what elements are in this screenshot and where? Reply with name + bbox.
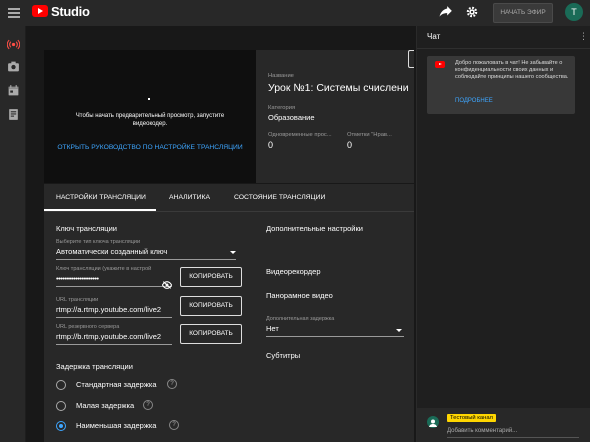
settings-gear-icon[interactable] [464, 5, 480, 21]
latency-low-label: Малая задержка [76, 401, 135, 410]
go-live-button[interactable]: НАЧАТЬ ЭФИР [493, 3, 553, 23]
latency-ultra-low-label: Наименьшая задержка [76, 421, 157, 430]
stream-key-field[interactable]: Ключ трансляции (укажите в настрой •••••… [56, 266, 173, 289]
main-content: Чтобы начать предварительный просмотр, з… [44, 26, 414, 442]
additional-settings-heading: Дополнительные настройки [266, 224, 363, 233]
subtitles-option[interactable]: Субтитры [266, 351, 300, 360]
stream-key-heading: Ключ трансляции [56, 224, 117, 233]
category-label: Категория [268, 105, 296, 111]
video-preview: Чтобы начать предварительный просмотр, з… [44, 50, 256, 183]
menu-icon[interactable] [8, 8, 20, 18]
chevron-down-icon [396, 329, 402, 332]
stream-key-value: •••••••••••••••••••• [56, 274, 99, 283]
latency-option-ultra-low[interactable]: Наименьшая задержка ? [56, 420, 206, 432]
key-type-value: Автоматически созданный ключ [56, 247, 168, 256]
key-type-underline [56, 259, 236, 260]
panoramic-video-option[interactable]: Панорамное видео [266, 291, 333, 300]
channel-name-badge: Тестовый канал [447, 414, 496, 422]
chat-welcome-message: Добро пожаловать в чат! Не забывайте о к… [427, 56, 575, 114]
help-icon[interactable]: ? [143, 400, 153, 410]
tabs-divider [44, 211, 414, 212]
camera-icon[interactable] [7, 60, 20, 73]
radio-low[interactable] [56, 401, 66, 411]
more-vert-icon[interactable]: ⋮ [579, 31, 588, 42]
copy-backup-url-button[interactable]: КОПИРОВАТЬ [180, 324, 242, 344]
backup-url-value: rtmp://b.rtmp.youtube.com/live2 [56, 332, 162, 341]
chat-panel: Чат ⋮ Добро пожаловать в чат! Не забывай… [416, 26, 590, 442]
copy-stream-key-button[interactable]: КОПИРОВАТЬ [180, 267, 242, 287]
tab-stream-health[interactable]: СОСТОЯНИЕ ТРАНСЛЯЦИИ [234, 194, 325, 201]
extra-delay-underline [266, 336, 404, 337]
stream-preview-card: Чтобы начать предварительный просмотр, з… [44, 50, 414, 183]
setup-guide-link[interactable]: ОТКРЫТЬ РУКОВОДСТВО ПО НАСТРОЙКЕ ТРАНСЛЯ… [44, 144, 256, 151]
backup-url-underline [56, 344, 172, 345]
backup-url-field[interactable]: URL резервного сервера rtmp://b.rtmp.you… [56, 324, 172, 345]
category-value: Образование [268, 113, 315, 122]
backup-url-label: URL резервного сервера [56, 324, 120, 330]
stream-url-underline [56, 317, 172, 318]
help-icon[interactable]: ? [167, 379, 177, 389]
left-nav-rail [0, 26, 26, 442]
stream-url-field[interactable]: URL трансляции rtmp://a.rtmp.youtube.com… [56, 297, 172, 318]
preview-loading-dot [148, 98, 150, 100]
extra-delay-select[interactable]: Дополнительная задержка Нет [266, 316, 404, 337]
visibility-off-icon[interactable] [161, 276, 173, 289]
latency-option-standard[interactable]: Стандартная задержка ? [56, 379, 196, 391]
comment-input-underline [447, 437, 579, 438]
chat-title: Чат [427, 32, 441, 41]
latency-option-low[interactable]: Малая задержка ? [56, 400, 196, 412]
youtube-logo-icon[interactable] [32, 5, 48, 17]
live-stream-icon[interactable] [6, 38, 21, 51]
help-icon[interactable]: ? [169, 420, 179, 430]
copy-stream-url-button[interactable]: КОПИРОВАТЬ [180, 296, 242, 316]
radio-standard[interactable] [56, 380, 66, 390]
extra-delay-label: Дополнительная задержка [266, 316, 335, 322]
edit-button-partial[interactable] [408, 50, 414, 68]
tab-stream-settings[interactable]: НАСТРОЙКИ ТРАНСЛЯЦИИ [56, 194, 146, 201]
likes-value: 0 [347, 140, 353, 150]
radio-ultra-low[interactable] [56, 421, 66, 431]
stream-title: Урок №1: Системы счисления [268, 82, 408, 94]
likes-label: Отметки "Нрав... [347, 132, 392, 138]
account-avatar[interactable]: T [565, 3, 583, 21]
key-type-select[interactable]: Выберите тип ключа трансляции Автоматиче… [56, 239, 236, 260]
stream-url-label: URL трансляции [56, 297, 99, 303]
tab-analytics[interactable]: АНАЛИТИКА [169, 194, 210, 201]
settings-tabs-card: НАСТРОЙКИ ТРАНСЛЯЦИИ АНАЛИТИКА СОСТОЯНИЕ… [44, 184, 414, 442]
latency-heading: Задержка трансляции [56, 362, 133, 371]
chat-header-divider [417, 48, 590, 49]
manage-content-icon[interactable] [7, 108, 20, 121]
extra-delay-value: Нет [266, 324, 279, 333]
stream-key-underline [56, 286, 172, 287]
welcome-text: Добро пожаловать в чат! Не забывайте о к… [455, 60, 569, 80]
dvr-option[interactable]: Видеорекордер [266, 267, 321, 276]
concurrent-viewers-label: Одновременные прос... [268, 132, 332, 138]
stream-key-label: Ключ трансляции (укажите в настрой [56, 266, 152, 272]
learn-more-link[interactable]: ПОДРОБНЕЕ [455, 98, 493, 104]
user-avatar [427, 416, 439, 428]
youtube-logo-icon [435, 61, 445, 68]
calendar-icon[interactable] [7, 84, 20, 97]
stream-url-value: rtmp://a.rtmp.youtube.com/live2 [56, 305, 162, 314]
share-icon[interactable] [438, 5, 454, 21]
key-type-label: Выберите тип ключа трансляции [56, 239, 141, 245]
chevron-down-icon [230, 251, 236, 254]
chat-input-area: Тестовый канал Добавить комментарий... [417, 408, 590, 442]
latency-standard-label: Стандартная задержка [76, 380, 157, 389]
concurrent-viewers-value: 0 [268, 140, 274, 150]
preview-message: Чтобы начать предварительный просмотр, з… [75, 113, 225, 127]
top-bar: Studio НАЧАТЬ ЭФИР T [0, 0, 590, 26]
comment-input[interactable]: Добавить комментарий... [447, 428, 547, 434]
title-label: Название [268, 73, 294, 79]
studio-logo-text[interactable]: Studio [51, 4, 90, 19]
